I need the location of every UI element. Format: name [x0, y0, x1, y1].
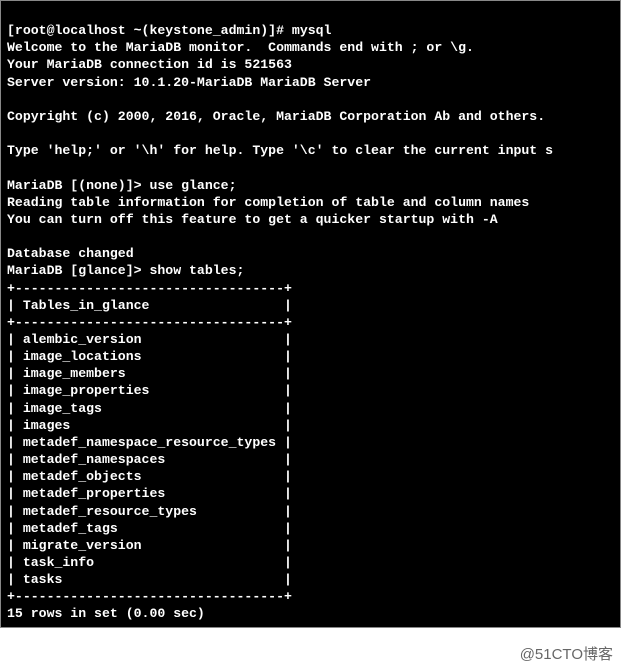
- result-summary: 15 rows in set (0.00 sec): [7, 606, 205, 621]
- blank-line: [7, 92, 15, 107]
- database-changed: Database changed: [7, 246, 134, 261]
- table-row: | metadef_namespace_resource_types |: [7, 435, 292, 450]
- reading-info-2: You can turn off this feature to get a q…: [7, 212, 498, 227]
- blank-line: [7, 126, 15, 141]
- table-border-bottom: +----------------------------------+: [7, 589, 292, 604]
- table-row: | metadef_tags |: [7, 521, 292, 536]
- table-border-mid: +----------------------------------+: [7, 315, 292, 330]
- table-row: | metadef_namespaces |: [7, 452, 292, 467]
- table-row: | image_tags |: [7, 401, 292, 416]
- table-row: | images |: [7, 418, 292, 433]
- command-show-tables: show tables;: [149, 263, 244, 278]
- table-row: | metadef_objects |: [7, 469, 292, 484]
- command-mysql: mysql: [292, 23, 332, 38]
- table-row: | metadef_properties |: [7, 486, 292, 501]
- welcome-line-2: Your MariaDB connection id is 521563: [7, 57, 292, 72]
- table-row: | image_properties |: [7, 383, 292, 398]
- shell-prompt-line: [root@localhost ~(keystone_admin)]# mysq…: [7, 23, 331, 38]
- welcome-line-1: Welcome to the MariaDB monitor. Commands…: [7, 40, 474, 55]
- table-row: | task_info |: [7, 555, 292, 570]
- blank-line: [7, 160, 15, 175]
- help-line: Type 'help;' or '\h' for help. Type '\c'…: [7, 143, 553, 158]
- copyright-line: Copyright (c) 2000, 2016, Oracle, MariaD…: [7, 109, 545, 124]
- blank-line: [7, 229, 15, 244]
- table-row: | image_locations |: [7, 349, 292, 364]
- table-header: | Tables_in_glance |: [7, 298, 292, 313]
- welcome-line-3: Server version: 10.1.20-MariaDB MariaDB …: [7, 75, 371, 90]
- table-row: | alembic_version |: [7, 332, 292, 347]
- table-row: | migrate_version |: [7, 538, 292, 553]
- terminal-window[interactable]: [root@localhost ~(keystone_admin)]# mysq…: [0, 0, 621, 628]
- table-row: | tasks |: [7, 572, 292, 587]
- table-row: | metadef_resource_types |: [7, 504, 292, 519]
- table-border-top: +----------------------------------+: [7, 281, 292, 296]
- mariadb-prompt-line-1: MariaDB [(none)]> use glance;: [7, 178, 237, 193]
- mariadb-prompt-glance: MariaDB [glance]>: [7, 263, 149, 278]
- shell-prompt: [root@localhost ~(keystone_admin)]#: [7, 23, 292, 38]
- reading-info-1: Reading table information for completion…: [7, 195, 529, 210]
- mariadb-prompt-line-2: MariaDB [glance]> show tables;: [7, 263, 244, 278]
- mariadb-prompt-none: MariaDB [(none)]>: [7, 178, 149, 193]
- watermark-text: @51CTO博客: [520, 645, 613, 665]
- command-use-glance: use glance;: [149, 178, 236, 193]
- table-row: | image_members |: [7, 366, 292, 381]
